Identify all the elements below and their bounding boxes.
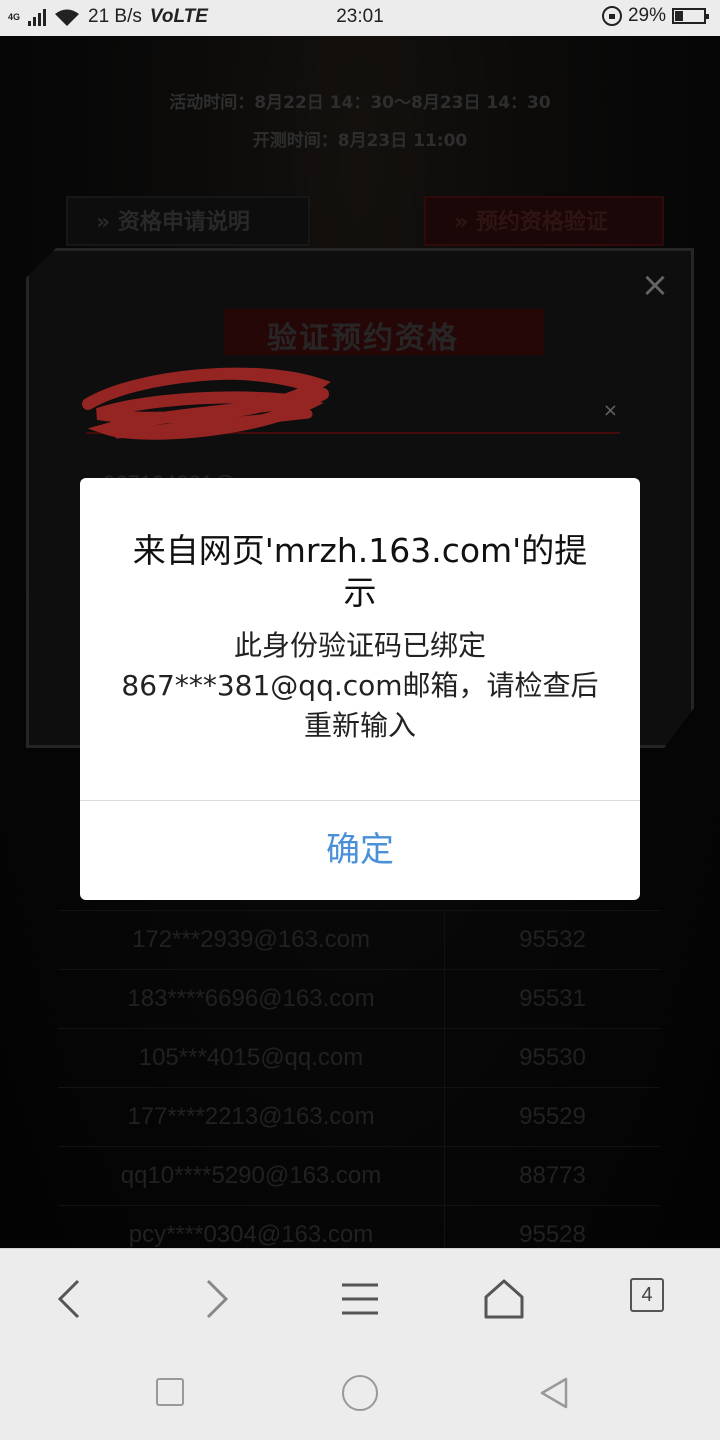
back-nav-icon[interactable]: [534, 1373, 574, 1413]
menu-icon[interactable]: [330, 1269, 390, 1329]
browser-toolbar: [0, 1248, 720, 1347]
status-bar: 4G 21 B/s VoLTE 23:01 29%: [0, 0, 720, 36]
home-icon[interactable]: [474, 1269, 534, 1329]
battery-level: [675, 11, 683, 21]
battery-icon: [672, 8, 709, 24]
alert-dialog: 来自网页'mrzh.163.com'的提示 此身份验证码已绑定867***381…: [80, 478, 640, 900]
home-nav-icon[interactable]: [342, 1375, 378, 1411]
battery-percent: 29%: [627, 5, 666, 26]
rotation-lock-icon: [601, 6, 622, 26]
status-right: 29%: [601, 5, 709, 27]
chevron-right-icon[interactable]: [186, 1269, 246, 1329]
tab-count-button[interactable]: 4: [630, 1278, 664, 1312]
dialog-message: 此身份验证码已绑定867***381@qq.com邮箱，请检查后重新输入: [121, 629, 599, 742]
recents-icon[interactable]: [156, 1378, 184, 1406]
ok-button[interactable]: 确定: [80, 801, 640, 900]
chevron-left-icon[interactable]: [40, 1269, 100, 1329]
dialog-title: 来自网页'mrzh.163.com'的提示: [132, 531, 588, 612]
